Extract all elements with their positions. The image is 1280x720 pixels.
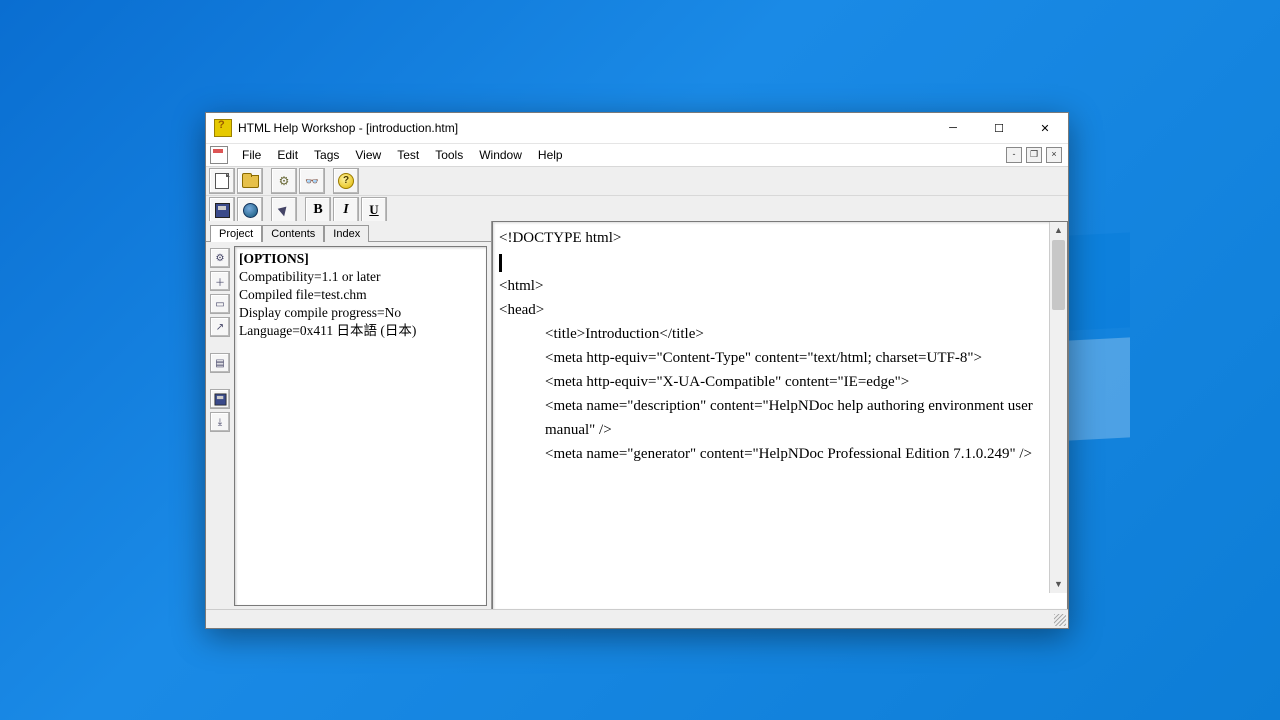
menu-edit[interactable]: Edit bbox=[269, 146, 306, 164]
project-options-text[interactable]: [OPTIONS] Compatibility=1.1 or later Com… bbox=[234, 246, 487, 606]
minimize-button[interactable]: ─ bbox=[930, 113, 976, 143]
editor-line: <meta http-equiv="X-UA-Compatible" conte… bbox=[499, 370, 1061, 394]
view-compiled-button[interactable]: 👓 bbox=[299, 168, 325, 194]
mdi-close-button[interactable]: × bbox=[1046, 147, 1062, 163]
add-files-icon[interactable]: ＋ bbox=[210, 271, 230, 291]
editor-line: <title>Introduction</title> bbox=[499, 322, 1061, 346]
document-icon[interactable] bbox=[210, 146, 228, 164]
options-line: Display compile progress=No bbox=[239, 304, 482, 322]
scroll-thumb[interactable] bbox=[1052, 240, 1065, 310]
vertical-scrollbar[interactable]: ▲ ▼ bbox=[1049, 222, 1067, 593]
menu-help[interactable]: Help bbox=[530, 146, 571, 164]
editor-pane: <!DOCTYPE html> <html> <head> <title>Int… bbox=[492, 221, 1068, 610]
status-bar bbox=[206, 609, 1068, 628]
help-button[interactable]: ? bbox=[333, 168, 359, 194]
select-button[interactable] bbox=[271, 197, 297, 223]
editor-line: <meta name="description" content="HelpND… bbox=[499, 394, 1061, 442]
menu-tags[interactable]: Tags bbox=[306, 146, 347, 164]
editor-line: <meta http-equiv="Content-Type" content=… bbox=[499, 346, 1061, 370]
app-window: HTML Help Workshop - [introduction.htm] … bbox=[205, 112, 1069, 629]
options-header: [OPTIONS] bbox=[239, 250, 482, 268]
underline-button[interactable]: U bbox=[361, 197, 387, 223]
menu-window[interactable]: Window bbox=[471, 146, 530, 164]
project-icon-column: ⚙ ＋ ▭ ↗ ▤ ⤓ bbox=[206, 242, 234, 610]
save-button[interactable] bbox=[209, 197, 235, 223]
options-line: Compatibility=1.1 or later bbox=[239, 268, 482, 286]
mdi-minimize-button[interactable]: ‐ bbox=[1006, 147, 1022, 163]
workspace: Project Contents Index ⚙ ＋ ▭ ↗ ▤ ⤓ bbox=[206, 221, 1068, 610]
editor-line: <!DOCTYPE html> bbox=[499, 226, 1061, 250]
toolbar-main: ⚙ 👓 ? bbox=[206, 166, 1068, 196]
window-title: HTML Help Workshop - [introduction.htm] bbox=[238, 121, 458, 135]
save-project-icon[interactable] bbox=[210, 389, 230, 409]
title-bar[interactable]: HTML Help Workshop - [introduction.htm] … bbox=[206, 113, 1068, 143]
options-line: Compiled file=test.chm bbox=[239, 286, 482, 304]
browser-button[interactable] bbox=[237, 197, 263, 223]
close-button[interactable]: ✕ bbox=[1022, 113, 1068, 143]
mdi-restore-button[interactable]: ❐ bbox=[1026, 147, 1042, 163]
scroll-up-icon[interactable]: ▲ bbox=[1050, 222, 1067, 239]
view-html-icon[interactable]: ▤ bbox=[210, 353, 230, 373]
menu-test[interactable]: Test bbox=[389, 146, 427, 164]
tab-contents[interactable]: Contents bbox=[262, 225, 324, 242]
source-editor[interactable]: <!DOCTYPE html> <html> <head> <title>Int… bbox=[492, 221, 1068, 610]
editor-line bbox=[499, 250, 1061, 274]
scroll-down-icon[interactable]: ▼ bbox=[1050, 576, 1067, 593]
folder-icon[interactable]: ▭ bbox=[210, 294, 230, 314]
project-tabs: Project Contents Index bbox=[206, 221, 491, 241]
save-all-icon[interactable]: ⤓ bbox=[210, 412, 230, 432]
tab-project[interactable]: Project bbox=[210, 225, 262, 242]
menu-view[interactable]: View bbox=[347, 146, 389, 164]
tab-index[interactable]: Index bbox=[324, 225, 369, 242]
new-button[interactable] bbox=[209, 168, 235, 194]
resize-grip-icon[interactable] bbox=[1054, 614, 1066, 626]
project-pane: Project Contents Index ⚙ ＋ ▭ ↗ ▤ ⤓ bbox=[206, 221, 492, 610]
menu-file[interactable]: File bbox=[234, 146, 269, 164]
italic-button[interactable]: I bbox=[333, 197, 359, 223]
editor-line: <meta name="generator" content="HelpNDoc… bbox=[499, 442, 1061, 466]
compile-button[interactable]: ⚙ bbox=[271, 168, 297, 194]
desktop-background: HTML Help Workshop - [introduction.htm] … bbox=[0, 0, 1280, 720]
text-caret bbox=[499, 254, 502, 272]
maximize-button[interactable]: ☐ bbox=[976, 113, 1022, 143]
open-button[interactable] bbox=[237, 168, 263, 194]
menu-tools[interactable]: Tools bbox=[427, 146, 471, 164]
app-icon bbox=[214, 119, 232, 137]
menu-bar: File Edit Tags View Test Tools Window He… bbox=[206, 143, 1068, 166]
editor-line: <html> bbox=[499, 274, 1061, 298]
mdi-controls: ‐ ❐ × bbox=[1006, 147, 1062, 163]
options-line: Language=0x411 日本語 (日本) bbox=[239, 322, 482, 340]
bold-button[interactable]: B bbox=[305, 197, 331, 223]
arrow-icon[interactable]: ↗ bbox=[210, 317, 230, 337]
project-options-icon[interactable]: ⚙ bbox=[210, 248, 230, 268]
editor-line: <head> bbox=[499, 298, 1061, 322]
